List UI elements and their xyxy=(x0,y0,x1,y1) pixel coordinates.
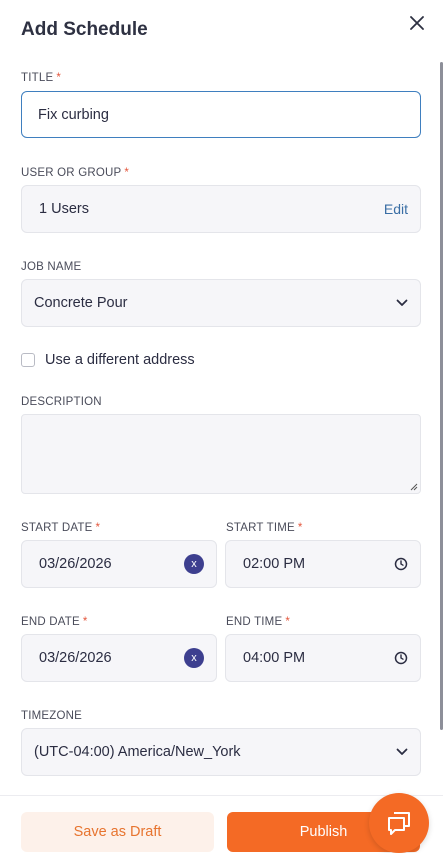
resize-handle-icon[interactable] xyxy=(410,483,418,491)
end-time-value: 04:00 PM xyxy=(243,650,306,666)
user-group-label: USER OR GROUP * xyxy=(21,167,130,179)
title-input[interactable] xyxy=(34,106,408,123)
start-date-label: START DATE * xyxy=(21,522,101,534)
clear-start-date-button[interactable]: x xyxy=(184,554,204,574)
clear-end-date-button[interactable]: x xyxy=(184,648,204,668)
chat-icon xyxy=(388,812,410,835)
chevron-down-icon xyxy=(396,299,408,307)
end-time-field[interactable]: 04:00 PM xyxy=(225,634,421,682)
start-date-field[interactable]: 03/26/2026 x xyxy=(21,540,217,588)
different-address-option[interactable]: Use a different address xyxy=(21,352,195,368)
title-label: TITLE * xyxy=(21,72,61,84)
timezone-value: (UTC-04:00) America/New_York xyxy=(34,744,241,760)
end-date-field[interactable]: 03/26/2026 x xyxy=(21,634,217,682)
user-group-field[interactable]: 1 Users Edit xyxy=(21,185,421,233)
edit-users-link[interactable]: Edit xyxy=(384,201,408,217)
end-date-value: 03/26/2026 xyxy=(39,650,112,666)
job-name-label: JOB NAME xyxy=(21,261,82,273)
end-date-label: END DATE * xyxy=(21,616,88,628)
start-date-value: 03/26/2026 xyxy=(39,556,112,572)
start-time-value: 02:00 PM xyxy=(243,556,306,572)
clock-icon[interactable] xyxy=(394,651,408,665)
footer-divider xyxy=(0,795,443,796)
user-group-value: 1 Users xyxy=(39,201,89,217)
end-time-label: END TIME * xyxy=(226,616,291,628)
start-time-field[interactable]: 02:00 PM xyxy=(225,540,421,588)
different-address-label: Use a different address xyxy=(45,352,195,368)
different-address-checkbox[interactable] xyxy=(21,353,35,367)
title-field[interactable] xyxy=(21,91,421,138)
timezone-label: TIMEZONE xyxy=(21,710,83,722)
page-title: Add Schedule xyxy=(21,19,148,40)
description-label: DESCRIPTION xyxy=(21,396,102,408)
description-textarea[interactable] xyxy=(21,414,421,494)
chat-button[interactable] xyxy=(369,793,429,853)
save-draft-button[interactable]: Save as Draft xyxy=(21,812,214,852)
close-button[interactable] xyxy=(405,11,429,35)
close-icon xyxy=(410,16,424,30)
timezone-select[interactable]: (UTC-04:00) America/New_York xyxy=(21,728,421,776)
start-time-label: START TIME * xyxy=(226,522,303,534)
job-name-select[interactable]: Concrete Pour xyxy=(21,279,421,327)
clock-icon[interactable] xyxy=(394,557,408,571)
chevron-down-icon xyxy=(396,748,408,756)
job-name-value: Concrete Pour xyxy=(34,295,128,311)
